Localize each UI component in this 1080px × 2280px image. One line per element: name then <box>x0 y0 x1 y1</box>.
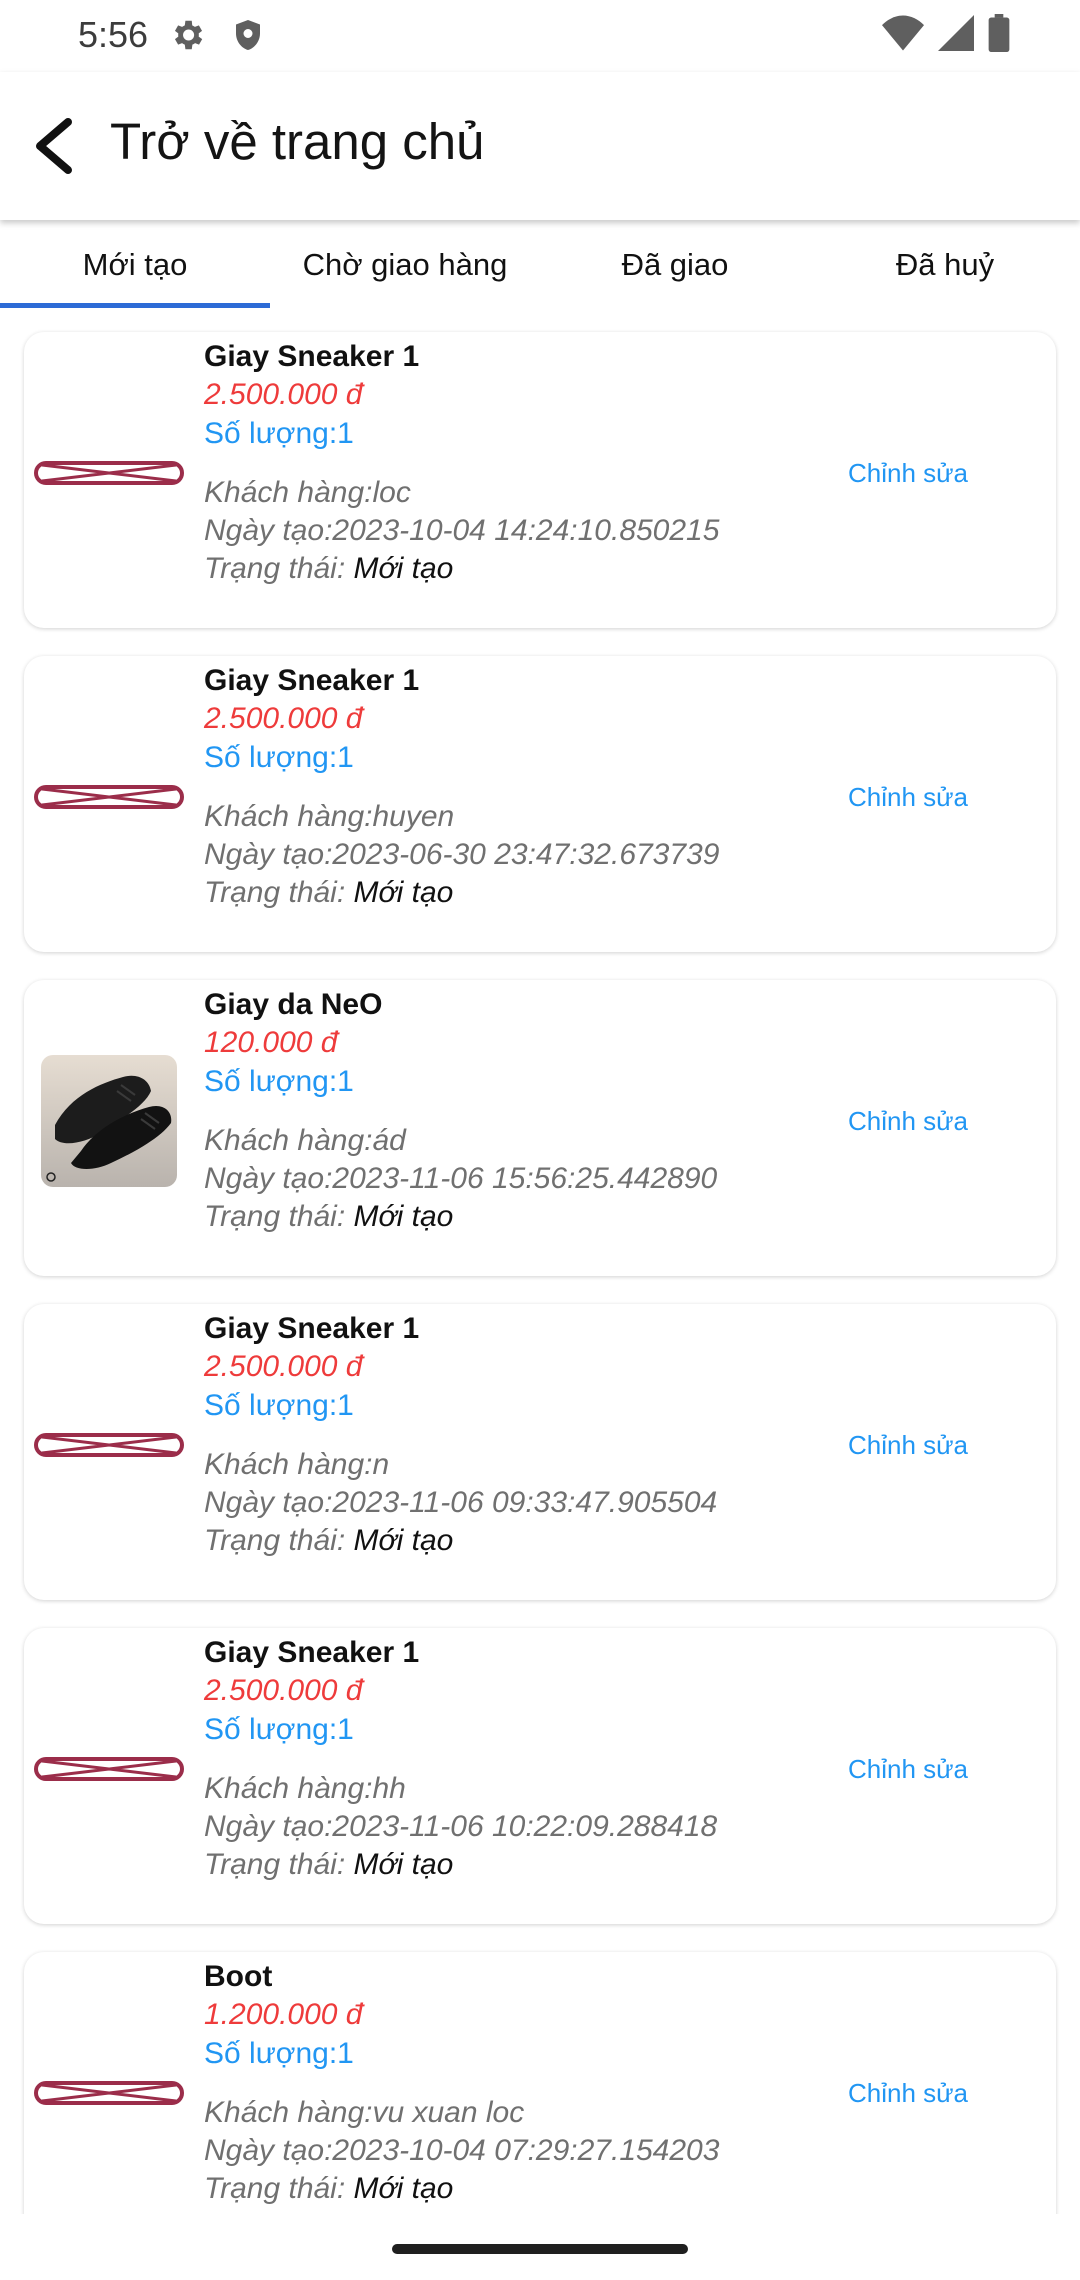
gesture-nav-bar <box>0 2214 1080 2280</box>
created-date: Ngày tạo:2023-10-04 14:24:10.850215 <box>204 514 720 547</box>
product-name: Giay Sneaker 1 <box>204 1636 420 1669</box>
status-bar: 5:56 <box>0 0 1080 72</box>
order-card[interactable]: Giay Sneaker 1 2.500.000 đ Số lượng:1 Kh… <box>24 656 1056 952</box>
order-quantity: Số lượng:1 <box>204 417 354 450</box>
edit-button[interactable]: Chỉnh sửa <box>848 458 968 489</box>
order-status: Trạng thái: Mới tạo <box>204 1846 844 1884</box>
status-value: Mới tạo <box>353 876 454 909</box>
order-quantity: Số lượng:1 <box>204 1389 354 1422</box>
broken-image-icon <box>34 461 184 485</box>
status-label: Trạng thái: <box>204 1848 346 1881</box>
broken-image-icon <box>34 1433 184 1457</box>
order-info: Giay Sneaker 1 2.500.000 đ Số lượng:1 Kh… <box>204 1634 844 1884</box>
product-name: Giay Sneaker 1 <box>204 664 420 697</box>
status-label: Trạng thái: <box>204 552 346 585</box>
battery-icon <box>988 14 1010 57</box>
broken-image-icon <box>34 2081 184 2105</box>
order-card[interactable]: Boot 1.200.000 đ Số lượng:1 Khách hàng:v… <box>24 1952 1056 2214</box>
order-status: Trạng thái: Mới tạo <box>204 1522 844 1560</box>
order-quantity: Số lượng:1 <box>204 741 354 774</box>
product-thumbnail <box>32 396 186 550</box>
created-date: Ngày tạo:2023-11-06 15:56:25.442890 <box>204 1162 718 1195</box>
order-quantity: Số lượng:1 <box>204 2037 354 2070</box>
order-info: Giay Sneaker 1 2.500.000 đ Số lượng:1 Kh… <box>204 1310 844 1560</box>
status-label: Trạng thái: <box>204 1200 346 1233</box>
customer-name: Khách hàng:loc <box>204 476 411 509</box>
product-price: 2.500.000 đ <box>204 702 363 735</box>
created-date: Ngày tạo:2023-11-06 10:22:09.288418 <box>204 1810 718 1843</box>
settings-icon <box>168 16 206 59</box>
customer-name: Khách hàng:n <box>204 1448 390 1481</box>
wifi-icon <box>882 15 924 56</box>
order-info: Giay Sneaker 1 2.500.000 đ Số lượng:1 Kh… <box>204 662 844 912</box>
status-value: Mới tạo <box>353 2172 454 2205</box>
order-status-tabs: Mới tạo Chờ giao hàng Đã giao Đã huỷ <box>0 222 1080 308</box>
customer-name: Khách hàng:vu xuan loc <box>204 2096 525 2129</box>
order-card[interactable]: Giay da NeO 120.000 đ Số lượng:1 Khách h… <box>24 980 1056 1276</box>
created-date: Ngày tạo:2023-10-04 07:29:27.154203 <box>204 2134 720 2167</box>
product-thumbnail <box>32 2016 186 2170</box>
customer-name: Khách hàng:hh <box>204 1772 406 1805</box>
tab-new[interactable]: Mới tạo <box>0 222 270 308</box>
system-indicators <box>882 14 1010 57</box>
status-label: Trạng thái: <box>204 2172 346 2205</box>
product-price: 120.000 đ <box>204 1026 338 1059</box>
customer-name: Khách hàng:huyen <box>204 800 455 833</box>
page-title: Trở về trang chủ <box>110 113 485 170</box>
status-label: Trạng thái: <box>204 1524 346 1557</box>
order-info: Boot 1.200.000 đ Số lượng:1 Khách hàng:v… <box>204 1958 844 2208</box>
order-quantity: Số lượng:1 <box>204 1065 354 1098</box>
order-status: Trạng thái: Mới tạo <box>204 1198 844 1236</box>
broken-image-icon <box>34 1757 184 1781</box>
product-thumbnail <box>32 1044 186 1198</box>
tab-cancelled[interactable]: Đã huỷ <box>810 222 1080 308</box>
product-price: 2.500.000 đ <box>204 378 363 411</box>
product-thumbnail <box>32 1692 186 1846</box>
order-info: Giay da NeO 120.000 đ Số lượng:1 Khách h… <box>204 986 844 1236</box>
home-handle[interactable] <box>392 2244 688 2254</box>
tab-awaiting-delivery[interactable]: Chờ giao hàng <box>270 222 540 308</box>
product-thumbnail <box>32 1368 186 1522</box>
edit-button[interactable]: Chỉnh sửa <box>848 782 968 813</box>
order-card[interactable]: Giay Sneaker 1 2.500.000 đ Số lượng:1 Kh… <box>24 1304 1056 1600</box>
product-price: 2.500.000 đ <box>204 1674 363 1707</box>
leather-shoe-photo <box>41 1055 177 1187</box>
product-name: Giay Sneaker 1 <box>204 340 420 373</box>
order-info: Giay Sneaker 1 2.500.000 đ Số lượng:1 Kh… <box>204 338 844 588</box>
broken-image-icon <box>34 785 184 809</box>
edit-button[interactable]: Chỉnh sửa <box>848 1754 968 1785</box>
signal-icon <box>938 15 974 56</box>
status-time: 5:56 <box>78 14 149 55</box>
order-card[interactable]: Giay Sneaker 1 2.500.000 đ Số lượng:1 Kh… <box>24 332 1056 628</box>
order-status: Trạng thái: Mới tạo <box>204 874 844 912</box>
customer-name: Khách hàng:ád <box>204 1124 406 1157</box>
status-label: Trạng thái: <box>204 876 346 909</box>
order-list[interactable]: Giay Sneaker 1 2.500.000 đ Số lượng:1 Kh… <box>0 308 1080 2214</box>
arrow-back-icon <box>36 118 72 174</box>
product-name: Giay da NeO <box>204 988 383 1021</box>
edit-button[interactable]: Chỉnh sửa <box>848 1430 968 1461</box>
status-value: Mới tạo <box>353 1200 454 1233</box>
edit-button[interactable]: Chỉnh sửa <box>848 1106 968 1137</box>
order-card[interactable]: Giay Sneaker 1 2.500.000 đ Số lượng:1 Kh… <box>24 1628 1056 1924</box>
app-bar: Trở về trang chủ <box>0 72 1080 220</box>
order-quantity: Số lượng:1 <box>204 1713 354 1746</box>
created-date: Ngày tạo:2023-06-30 23:47:32.673739 <box>204 838 720 871</box>
product-price: 1.200.000 đ <box>204 1998 363 2031</box>
back-button[interactable] <box>18 110 90 182</box>
status-value: Mới tạo <box>353 552 454 585</box>
status-value: Mới tạo <box>353 1848 454 1881</box>
shield-icon <box>230 16 266 59</box>
order-status: Trạng thái: Mới tạo <box>204 2170 844 2208</box>
created-date: Ngày tạo:2023-11-06 09:33:47.905504 <box>204 1486 718 1519</box>
product-name: Giay Sneaker 1 <box>204 1312 420 1345</box>
product-price: 2.500.000 đ <box>204 1350 363 1383</box>
order-status: Trạng thái: Mới tạo <box>204 550 844 588</box>
edit-button[interactable]: Chỉnh sửa <box>848 2078 968 2109</box>
product-name: Boot <box>204 1960 273 1993</box>
tab-delivered[interactable]: Đã giao <box>540 222 810 308</box>
product-thumbnail <box>32 720 186 874</box>
status-value: Mới tạo <box>353 1524 454 1557</box>
